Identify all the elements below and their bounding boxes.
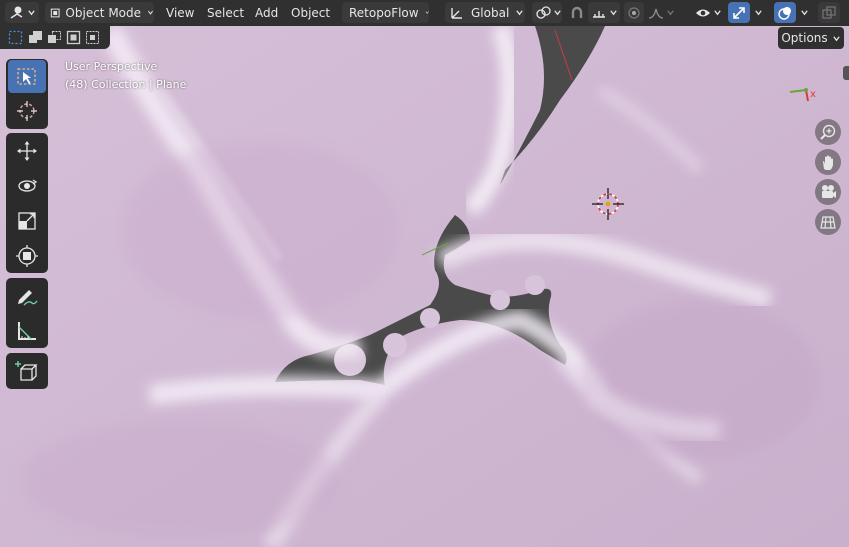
tool-add-cube[interactable] — [8, 354, 46, 387]
tool-rotate[interactable] — [8, 169, 46, 202]
toolbar-group-select — [6, 59, 48, 129]
select-new-icon[interactable] — [8, 30, 23, 45]
zoom-icon — [820, 124, 836, 140]
proportional-editing-toggle[interactable] — [624, 2, 644, 23]
overlays-icon — [778, 6, 791, 20]
overlays-toggle[interactable] — [774, 2, 796, 23]
orientation-global-icon — [451, 7, 462, 19]
pivot-icon — [536, 5, 551, 19]
orthographic-toggle-button[interactable] — [815, 209, 841, 235]
chevron-down-icon — [28, 10, 35, 16]
selection-mode-bar — [0, 26, 110, 49]
toolbar-group-transform — [6, 133, 48, 273]
magnet-icon — [571, 6, 583, 18]
toolbar-group-add — [6, 353, 48, 389]
tool-transform[interactable] — [8, 239, 46, 272]
retopoflow-menu[interactable]: RetopoFlow — [342, 2, 429, 23]
tool-select-box[interactable] — [8, 60, 46, 93]
overlays-options[interactable] — [796, 2, 814, 23]
eye-icon — [696, 9, 710, 16]
mode-select[interactable]: Object Mode — [45, 2, 154, 23]
retopoflow-label: RetopoFlow — [349, 5, 419, 20]
view3d-icon — [10, 6, 23, 19]
transform-orientation-select[interactable]: Global — [445, 2, 525, 23]
chevron-down-icon — [148, 10, 153, 15]
editor-type-button[interactable] — [5, 2, 39, 23]
select-intersect-icon[interactable] — [85, 30, 100, 45]
snap-toggle[interactable] — [566, 2, 588, 23]
chevron-down-icon — [667, 10, 674, 16]
pan-button[interactable] — [815, 149, 841, 175]
menu-object[interactable]: Object — [285, 2, 336, 23]
select-subtract-icon[interactable] — [47, 30, 62, 45]
collection-info: (48) Collection | Plane — [65, 78, 187, 91]
chevron-down-icon — [832, 35, 840, 41]
sidebar-toggle[interactable] — [843, 66, 849, 80]
tool-annotate[interactable] — [8, 279, 46, 312]
xray-toggle[interactable] — [818, 2, 840, 23]
gizmo-icon — [733, 6, 745, 19]
select-box-icon — [17, 67, 36, 85]
menu-add[interactable]: Add — [249, 2, 284, 23]
tool-scale[interactable] — [8, 204, 46, 237]
tool-move[interactable] — [8, 134, 46, 167]
gizmo-options[interactable] — [750, 2, 768, 23]
axis-x-label: x — [810, 89, 816, 100]
options-label: Options — [781, 31, 828, 45]
falloff-curve-icon — [648, 8, 664, 19]
camera-icon — [822, 185, 836, 198]
snap-increment-icon — [593, 10, 605, 18]
chevron-down-icon — [610, 10, 617, 16]
move-icon — [17, 140, 37, 161]
scale-icon — [18, 211, 36, 230]
xray-icon — [822, 5, 836, 19]
tool-measure[interactable] — [8, 314, 46, 347]
rotate-icon — [18, 178, 38, 192]
proportional-falloff-select[interactable] — [645, 2, 675, 23]
transform-icon — [16, 244, 38, 267]
viewport-header: Object Mode View Select Add Object Retop… — [0, 0, 849, 26]
tool-cursor[interactable] — [8, 94, 46, 127]
options-button[interactable]: Options — [778, 27, 844, 49]
visibility-select[interactable] — [692, 2, 724, 23]
select-invert-icon[interactable] — [66, 30, 81, 45]
zoom-button[interactable] — [815, 119, 841, 145]
object-mode-icon — [50, 8, 60, 17]
menu-view[interactable]: View — [160, 2, 200, 23]
gizmo-toggle[interactable] — [728, 2, 750, 23]
orientation-label: Global — [471, 5, 510, 20]
camera-view-button[interactable] — [815, 179, 841, 205]
measure-icon — [18, 321, 36, 340]
chevron-down-icon — [516, 10, 523, 16]
select-extend-icon[interactable] — [28, 30, 43, 45]
chevron-down-icon — [801, 10, 808, 16]
toolbar-group-annotate — [6, 278, 48, 348]
pivot-point-select[interactable] — [532, 2, 562, 23]
view-name: User Perspective — [65, 60, 158, 73]
grid-icon — [820, 216, 836, 229]
proportional-icon — [628, 6, 640, 19]
mode-label: Object Mode — [65, 5, 142, 20]
annotate-icon — [18, 289, 38, 306]
chevron-down-icon — [714, 10, 721, 16]
menu-select[interactable]: Select — [201, 2, 250, 23]
pan-hand-icon — [823, 155, 833, 170]
chevron-down-icon — [554, 10, 561, 16]
snap-target-select[interactable] — [588, 2, 620, 23]
add-cube-icon — [15, 360, 38, 381]
cursor-icon — [17, 100, 37, 121]
chevron-down-icon — [755, 10, 762, 16]
chevron-down-icon — [425, 11, 429, 14]
